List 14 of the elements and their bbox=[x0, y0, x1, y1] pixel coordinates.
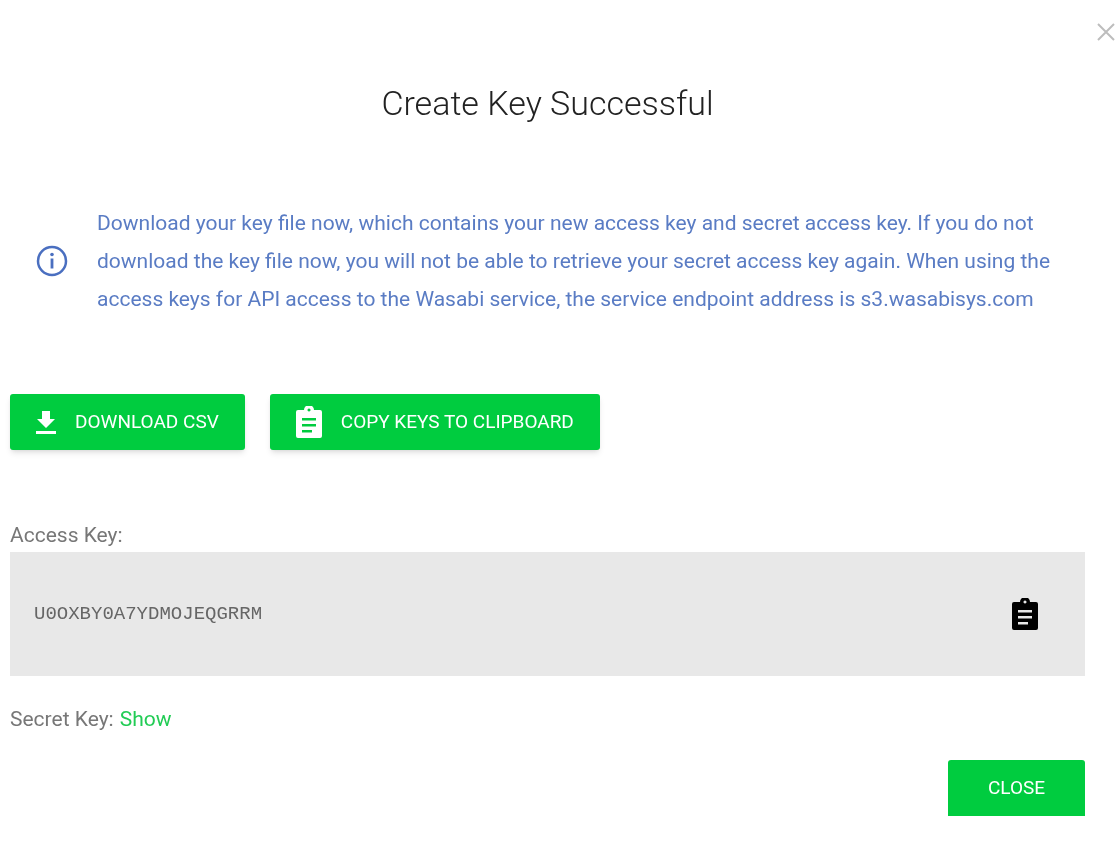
close-button[interactable]: CLOSE bbox=[948, 760, 1085, 816]
info-message: Download your key file now, which contains your new access key and secret access key. If you do not download the key file now, you will not be able to retrieve your secret access key again. When using the access keys for API access to the Wasabi service, the service endpoint address is s3.wasabisys.com bbox=[97, 210, 1052, 313]
clipboard-icon bbox=[294, 406, 323, 438]
info-icon bbox=[36, 245, 68, 277]
show-link[interactable]: Show bbox=[119, 704, 172, 734]
secret-key-label: Secret Key: bbox=[10, 706, 114, 733]
download-csv-button[interactable]: DOWNLOAD CSV bbox=[10, 394, 245, 450]
access-key-label: Access Key: bbox=[10, 522, 123, 549]
close-icon[interactable] bbox=[1096, 22, 1116, 42]
download-icon bbox=[35, 410, 57, 434]
clipboard-icon bbox=[1011, 598, 1039, 630]
dialog-title: Create Key Successful bbox=[381, 82, 714, 125]
copy-keys-button[interactable]: COPY KEYS TO CLIPBOARD bbox=[269, 394, 600, 450]
access-key-value: U0OXBY0A7YDMOJEQGRRM bbox=[34, 601, 263, 627]
